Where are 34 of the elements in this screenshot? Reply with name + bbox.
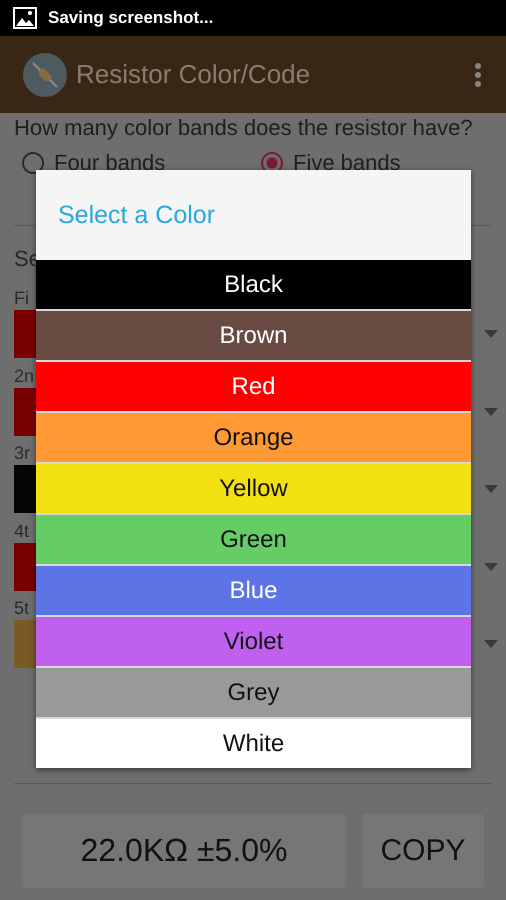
notification-text: Saving screenshot...	[48, 8, 214, 28]
color-option[interactable]: Violet	[36, 617, 471, 666]
color-option[interactable]: Blue	[36, 566, 471, 615]
resistor-icon	[23, 52, 67, 96]
app-title: Resistor Color/Code	[76, 59, 312, 90]
color-option[interactable]: Black	[36, 260, 471, 309]
dropdown-arrow-icon[interactable]	[484, 485, 498, 493]
color-option[interactable]: Orange	[36, 413, 471, 462]
more-menu-icon[interactable]	[474, 62, 482, 88]
band-label: 5t	[14, 598, 30, 620]
band-label: Fi	[14, 288, 29, 310]
band-label: 2n	[14, 366, 34, 388]
dropdown-arrow-icon[interactable]	[484, 408, 498, 416]
color-option[interactable]: White	[36, 719, 471, 768]
result-button[interactable]: 22.0KΩ ±5.0%	[22, 814, 346, 888]
question-text: How many color bands does the resistor have?	[14, 115, 474, 142]
color-option[interactable]: Green	[36, 515, 471, 564]
copy-button[interactable]: COPY	[362, 814, 484, 888]
image-icon	[13, 7, 37, 29]
color-swatch[interactable]	[14, 388, 36, 436]
dialog-title: Select a Color	[57, 200, 216, 230]
color-option[interactable]: Grey	[36, 668, 471, 717]
color-swatch[interactable]	[14, 542, 36, 590]
color-option[interactable]: Brown	[36, 311, 471, 360]
color-option[interactable]: Yellow	[36, 464, 471, 513]
dropdown-arrow-icon[interactable]	[484, 640, 498, 648]
color-option[interactable]: Red	[36, 362, 471, 411]
color-swatch[interactable]	[14, 620, 36, 668]
dropdown-arrow-icon[interactable]	[484, 562, 498, 570]
color-swatch[interactable]	[14, 310, 36, 358]
band-label: 4t	[14, 520, 30, 542]
dropdown-arrow-icon[interactable]	[484, 330, 498, 338]
color-swatch[interactable]	[14, 465, 36, 513]
band-label: 3r	[14, 443, 30, 465]
